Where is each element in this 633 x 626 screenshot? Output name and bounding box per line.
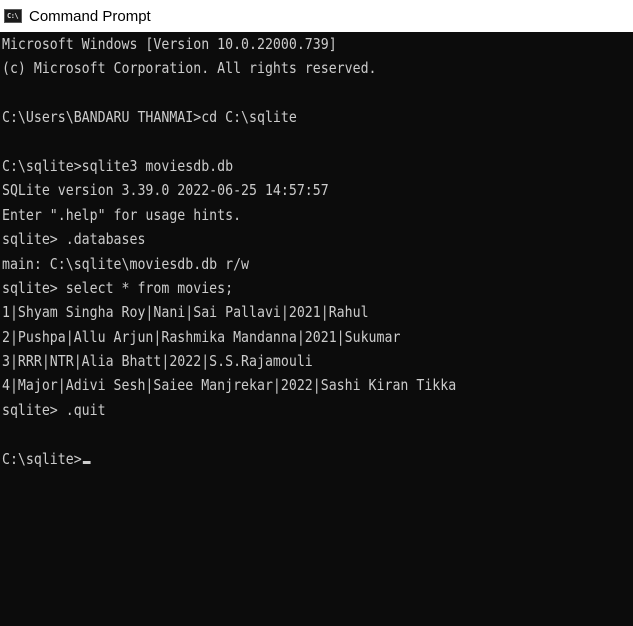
console-line: Microsoft Windows [Version 10.0.22000.73… — [2, 35, 337, 53]
console-line: 4|Major|Adivi Sesh|Saiee Manjrekar|2022|… — [2, 376, 457, 395]
console-line: sqlite> .quit — [2, 400, 106, 419]
console-line: 2|Pushpa|Allu Arjun|Rashmika Mandanna|20… — [2, 327, 401, 346]
console-line: Enter ".help" for usage hints. — [2, 205, 242, 224]
cmd-icon: C:\ — [4, 9, 22, 23]
command-prompt-window: C:\ Command Prompt Microsoft Windows [Ve… — [0, 0, 633, 626]
title-bar[interactable]: C:\ Command Prompt — [0, 0, 633, 32]
console-output[interactable]: Microsoft Windows [Version 10.0.22000.73… — [0, 32, 633, 626]
console-line: (c) Microsoft Corporation. All rights re… — [2, 59, 377, 78]
console-line: 1|Shyam Singha Roy|Nani|Sai Pallavi|2021… — [2, 303, 369, 322]
console-line: sqlite> select * from movies; — [2, 278, 234, 297]
console-line: main: C:\sqlite\moviesdb.db r/w — [2, 254, 250, 273]
console-prompt-line[interactable]: C:\sqlite> — [2, 447, 545, 471]
console-prompt: C:\sqlite> — [2, 449, 82, 468]
text-cursor — [82, 460, 91, 464]
console-line: 3|RRR|NTR|Alia Bhatt|2022|S.S.Rajamouli — [2, 352, 313, 371]
console-line: SQLite version 3.39.0 2022-06-25 14:57:5… — [2, 181, 329, 200]
console-line: C:\sqlite>sqlite3 moviesdb.db — [2, 156, 234, 175]
console-line: sqlite> .databases — [2, 230, 146, 249]
console-line: C:\Users\BANDARU THANMAI>cd C:\sqlite — [2, 108, 297, 127]
window-title: Command Prompt — [29, 7, 151, 25]
